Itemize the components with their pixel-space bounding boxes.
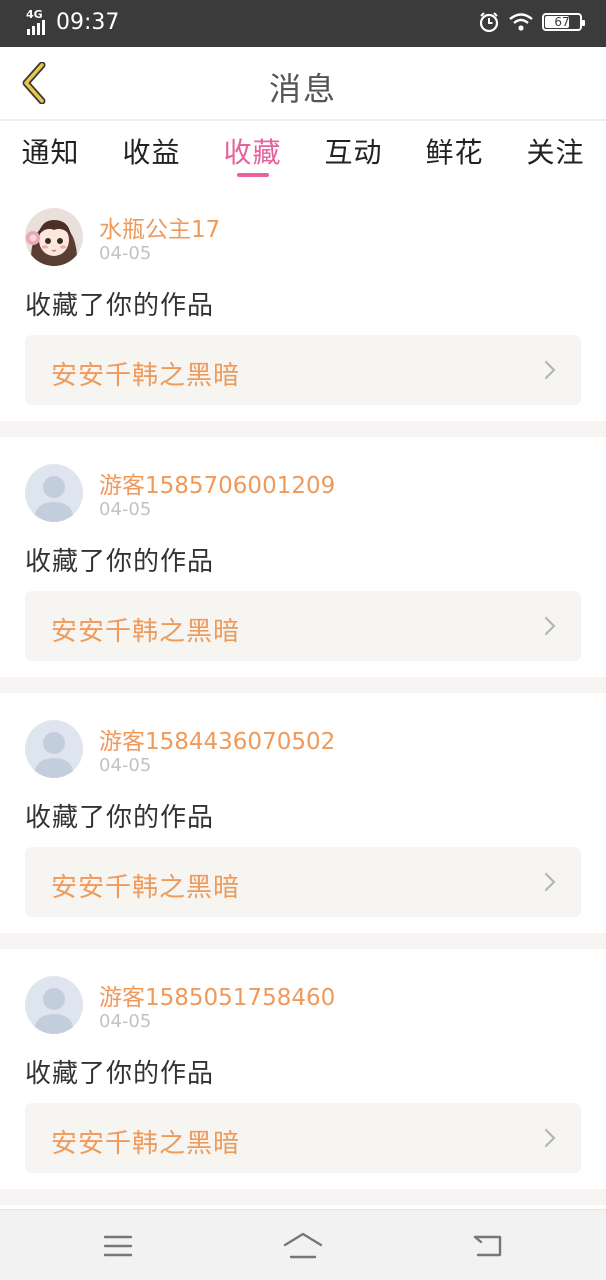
battery-icon: 67 xyxy=(542,13,585,31)
action-text: 收藏了你的作品 xyxy=(25,803,215,833)
work-link[interactable]: 安安千韩之黑暗 xyxy=(25,847,581,917)
card-divider xyxy=(0,1189,606,1205)
status-right: 67 xyxy=(478,11,585,33)
work-title: 安安千韩之黑暗 xyxy=(51,1129,241,1159)
tab-interaction[interactable]: 互动 xyxy=(303,121,404,181)
active-tab-indicator xyxy=(236,173,269,177)
avatar[interactable] xyxy=(25,208,83,266)
battery-level: 67 xyxy=(554,15,570,29)
message-date: 04-05 xyxy=(99,1011,152,1032)
user-name[interactable]: 水瓶公主17 xyxy=(99,210,220,244)
tab-label: 收藏 xyxy=(223,136,282,169)
signal-icon: 4G xyxy=(26,8,52,35)
tab-label: 鲜花 xyxy=(425,136,484,169)
tab-label: 通知 xyxy=(21,136,80,169)
home-icon xyxy=(283,1232,323,1259)
menu-icon xyxy=(103,1235,133,1257)
tab-label: 收益 xyxy=(122,136,181,169)
tab-label: 关注 xyxy=(526,136,585,169)
tab-favorites[interactable]: 收藏 xyxy=(202,121,303,181)
work-link[interactable]: 安安千韩之黑暗 xyxy=(25,1103,581,1173)
work-title: 安安千韩之黑暗 xyxy=(51,873,241,903)
message-date: 04-05 xyxy=(99,499,152,520)
work-link[interactable]: 安安千韩之黑暗 xyxy=(25,335,581,405)
avatar[interactable] xyxy=(25,720,83,778)
system-nav-bar xyxy=(0,1209,606,1280)
header-bar: 消息 xyxy=(0,47,606,121)
card-divider xyxy=(0,421,606,437)
default-user-icon xyxy=(25,464,83,522)
card-divider xyxy=(0,933,606,949)
back-icon xyxy=(473,1235,502,1257)
message-card: 游客1585051758460 04-05 收藏了你的作品 安安千韩之黑暗 xyxy=(0,949,606,1189)
work-title: 安安千韩之黑暗 xyxy=(51,617,241,647)
clock-time: 09:37 xyxy=(56,10,120,35)
alarm-icon xyxy=(479,12,499,33)
user-name[interactable]: 游客1584436070502 xyxy=(99,722,335,756)
message-list: 水瓶公主17 04-05 收藏了你的作品 安安千韩之黑暗 游客158570600… xyxy=(0,181,606,1205)
page-title: 消息 xyxy=(268,70,337,108)
chevron-right-icon xyxy=(544,360,556,380)
work-link[interactable]: 安安千韩之黑暗 xyxy=(25,591,581,661)
back-nav-button[interactable] xyxy=(468,1228,508,1264)
tab-follow[interactable]: 关注 xyxy=(505,121,606,181)
status-bar: 4G 09:37 67 xyxy=(0,0,606,47)
default-user-icon xyxy=(25,720,83,778)
home-button[interactable] xyxy=(283,1228,323,1264)
chevron-right-icon xyxy=(544,872,556,892)
tab-flowers[interactable]: 鲜花 xyxy=(404,121,505,181)
tab-earnings[interactable]: 收益 xyxy=(101,121,202,181)
default-user-icon xyxy=(25,976,83,1034)
chevron-right-icon xyxy=(544,1128,556,1148)
work-title: 安安千韩之黑暗 xyxy=(51,361,241,391)
avatar[interactable] xyxy=(25,976,83,1034)
message-date: 04-05 xyxy=(99,243,152,264)
user-name[interactable]: 游客1585706001209 xyxy=(99,466,335,500)
message-card: 水瓶公主17 04-05 收藏了你的作品 安安千韩之黑暗 xyxy=(0,181,606,421)
tab-label: 互动 xyxy=(324,136,383,169)
card-divider xyxy=(0,677,606,693)
user-name[interactable]: 游客1585051758460 xyxy=(99,978,335,1012)
tab-notice[interactable]: 通知 xyxy=(0,121,101,181)
chevron-right-icon xyxy=(544,616,556,636)
message-card: 游客1585706001209 04-05 收藏了你的作品 安安千韩之黑暗 xyxy=(0,437,606,677)
category-tabs: 通知 收益 收藏 互动 鲜花 关注 xyxy=(0,121,606,181)
avatar[interactable] xyxy=(25,464,83,522)
message-date: 04-05 xyxy=(99,755,152,776)
anime-girl-avatar-icon xyxy=(25,208,83,266)
message-card: 游客1584436070502 04-05 收藏了你的作品 安安千韩之黑暗 xyxy=(0,693,606,933)
status-left: 4G 09:37 xyxy=(26,8,120,35)
wifi-icon xyxy=(509,13,533,31)
action-text: 收藏了你的作品 xyxy=(25,547,215,577)
action-text: 收藏了你的作品 xyxy=(25,1059,215,1089)
menu-button[interactable] xyxy=(98,1228,138,1264)
action-text: 收藏了你的作品 xyxy=(25,291,215,321)
